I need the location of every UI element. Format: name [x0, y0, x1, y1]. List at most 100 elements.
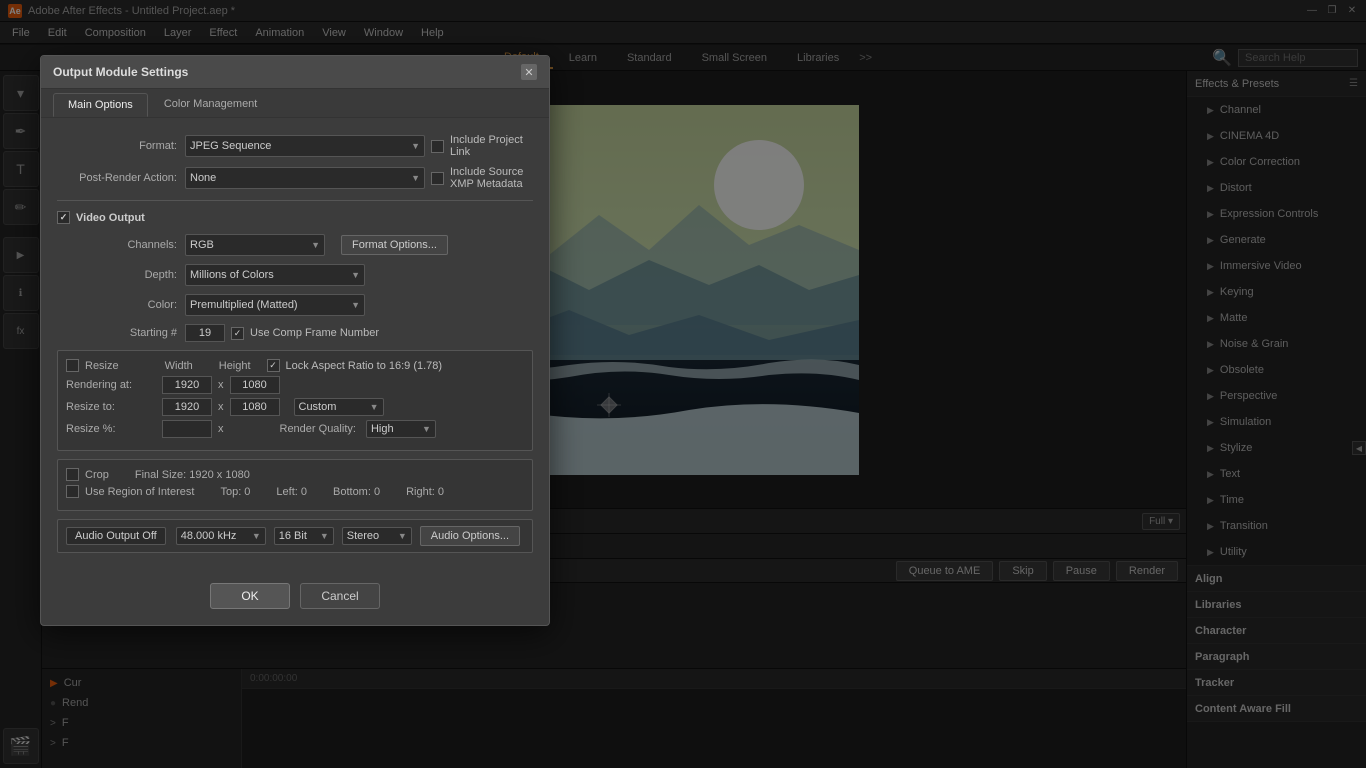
include-project-link-row: Include Project Link [431, 134, 533, 158]
channels-arrow-icon: ▼ [311, 240, 320, 250]
depth-select[interactable]: Millions of Colors ▼ [185, 264, 365, 286]
rendering-label: Rendering at: [66, 379, 156, 391]
depth-row: Depth: Millions of Colors ▼ [57, 264, 533, 286]
dialog-close-button[interactable]: ✕ [521, 64, 537, 80]
include-xmp-checkbox[interactable] [431, 172, 444, 185]
format-label: Format: [57, 140, 177, 152]
dialog-tabs: Main Options Color Management [41, 89, 549, 118]
use-comp-frame-label: Use Comp Frame Number [250, 327, 379, 339]
audio-output-button[interactable]: Audio Output Off [66, 527, 166, 545]
format-control: JPEG Sequence ▼ Include Project Link [185, 134, 533, 158]
post-render-value: None [190, 172, 216, 184]
use-comp-frame-row: Use Comp Frame Number [231, 327, 379, 340]
post-render-arrow-icon: ▼ [411, 173, 420, 183]
cancel-button[interactable]: Cancel [300, 583, 380, 609]
post-render-row: Post-Render Action: None ▼ Include Sourc… [57, 166, 533, 190]
color-arrow-icon: ▼ [351, 300, 360, 310]
audio-bit-value: 16 Bit [279, 530, 307, 542]
final-size-label: Final Size: 1920 x 1080 [135, 469, 250, 481]
preset-arrow-icon: ▼ [370, 402, 379, 412]
section-divider-1 [57, 200, 533, 201]
dialog-titlebar: Output Module Settings ✕ [41, 56, 549, 89]
resize-to-height-input[interactable] [230, 398, 280, 416]
resize-to-label: Resize to: [66, 401, 156, 413]
tab-color-management[interactable]: Color Management [150, 93, 272, 117]
lock-aspect-checkbox[interactable] [267, 359, 280, 372]
depth-control: Millions of Colors ▼ [185, 264, 533, 286]
resize-pct-row: Resize %: x Render Quality: High ▼ [66, 420, 524, 438]
use-comp-frame-checkbox[interactable] [231, 327, 244, 340]
modal-overlay: Output Module Settings ✕ Main Options Co… [0, 0, 1366, 768]
starting-control: Use Comp Frame Number [185, 324, 533, 342]
rendering-height-input[interactable] [230, 376, 280, 394]
depth-value: Millions of Colors [190, 269, 274, 281]
crop-label: Crop [85, 469, 109, 481]
post-render-select[interactable]: None ▼ [185, 167, 425, 189]
resize-pct-width-input[interactable] [162, 420, 212, 438]
resize-to-width-input[interactable] [162, 398, 212, 416]
audio-controls: 48.000 kHz ▼ 16 Bit ▼ Stereo ▼ Audio Opt… [176, 526, 520, 546]
tab-main-options[interactable]: Main Options [53, 93, 148, 117]
resize-preset-select[interactable]: Custom ▼ [294, 398, 384, 416]
use-region-checkbox[interactable] [66, 485, 79, 498]
crop-checkbox[interactable] [66, 468, 79, 481]
channels-value: RGB [190, 239, 214, 251]
height-label: Height [219, 360, 251, 372]
video-output-label: Video Output [76, 212, 145, 224]
audio-options-button[interactable]: Audio Options... [420, 526, 520, 546]
crop-section: Crop Final Size: 1920 x 1080 Use Region … [57, 459, 533, 511]
resize-section: Resize Width Height Lock Aspect Ratio to… [57, 350, 533, 451]
audio-bit-select[interactable]: 16 Bit ▼ [274, 527, 334, 545]
video-output-checkbox[interactable] [57, 211, 70, 224]
lock-aspect-label: Lock Aspect Ratio to 16:9 (1.78) [286, 360, 443, 372]
color-label: Color: [57, 299, 177, 311]
starting-row: Starting # Use Comp Frame Number [57, 324, 533, 342]
format-options-button[interactable]: Format Options... [341, 235, 448, 255]
quality-arrow-icon: ▼ [422, 424, 431, 434]
resize-preset-value: Custom [299, 401, 337, 413]
channels-select[interactable]: RGB ▼ [185, 234, 325, 256]
color-control: Premultiplied (Matted) ▼ [185, 294, 533, 316]
audio-channels-arrow-icon: ▼ [398, 531, 407, 541]
rendering-row: Rendering at: x [66, 376, 524, 394]
audio-channels-value: Stereo [347, 530, 379, 542]
ok-button[interactable]: OK [210, 583, 290, 609]
channels-control: RGB ▼ Format Options... [185, 234, 533, 256]
x-separator-3: x [218, 423, 224, 435]
output-module-dialog: Output Module Settings ✕ Main Options Co… [40, 55, 550, 626]
rendering-width-input[interactable] [162, 376, 212, 394]
color-row: Color: Premultiplied (Matted) ▼ [57, 294, 533, 316]
resize-pct-label: Resize %: [66, 423, 156, 435]
format-value: JPEG Sequence [190, 140, 271, 152]
x-separator-2: x [218, 401, 224, 413]
format-row: Format: JPEG Sequence ▼ Include Project … [57, 134, 533, 158]
starting-number-input[interactable] [185, 324, 225, 342]
channels-label: Channels: [57, 239, 177, 251]
right-label: Right: 0 [406, 486, 444, 498]
render-quality-select[interactable]: High ▼ [366, 420, 436, 438]
include-project-link-checkbox[interactable] [431, 140, 444, 153]
resize-checkbox[interactable] [66, 359, 79, 372]
depth-label: Depth: [57, 269, 177, 281]
format-arrow-icon: ▼ [411, 141, 420, 151]
use-region-row: Use Region of Interest Top: 0 Left: 0 Bo… [66, 485, 524, 498]
use-region-label: Use Region of Interest [85, 486, 194, 498]
audio-output-label: Audio Output Off [75, 530, 157, 542]
include-xmp-row: Include Source XMP Metadata [431, 166, 533, 190]
audio-rate-value: 48.000 kHz [181, 530, 237, 542]
bottom-label: Bottom: 0 [333, 486, 380, 498]
include-xmp-label: Include Source XMP Metadata [450, 166, 533, 190]
audio-rate-arrow-icon: ▼ [252, 531, 261, 541]
resize-header-row: Resize Width Height Lock Aspect Ratio to… [66, 359, 524, 372]
color-select[interactable]: Premultiplied (Matted) ▼ [185, 294, 365, 316]
dialog-content: Format: JPEG Sequence ▼ Include Project … [41, 118, 549, 573]
starting-label: Starting # [57, 327, 177, 339]
format-select[interactable]: JPEG Sequence ▼ [185, 135, 425, 157]
left-label: Left: 0 [276, 486, 307, 498]
video-output-section-header: Video Output [57, 211, 533, 224]
audio-channels-select[interactable]: Stereo ▼ [342, 527, 412, 545]
render-quality-label: Render Quality: [280, 423, 356, 435]
top-label: Top: 0 [220, 486, 250, 498]
audio-rate-select[interactable]: 48.000 kHz ▼ [176, 527, 266, 545]
crop-header-row: Crop Final Size: 1920 x 1080 [66, 468, 524, 481]
